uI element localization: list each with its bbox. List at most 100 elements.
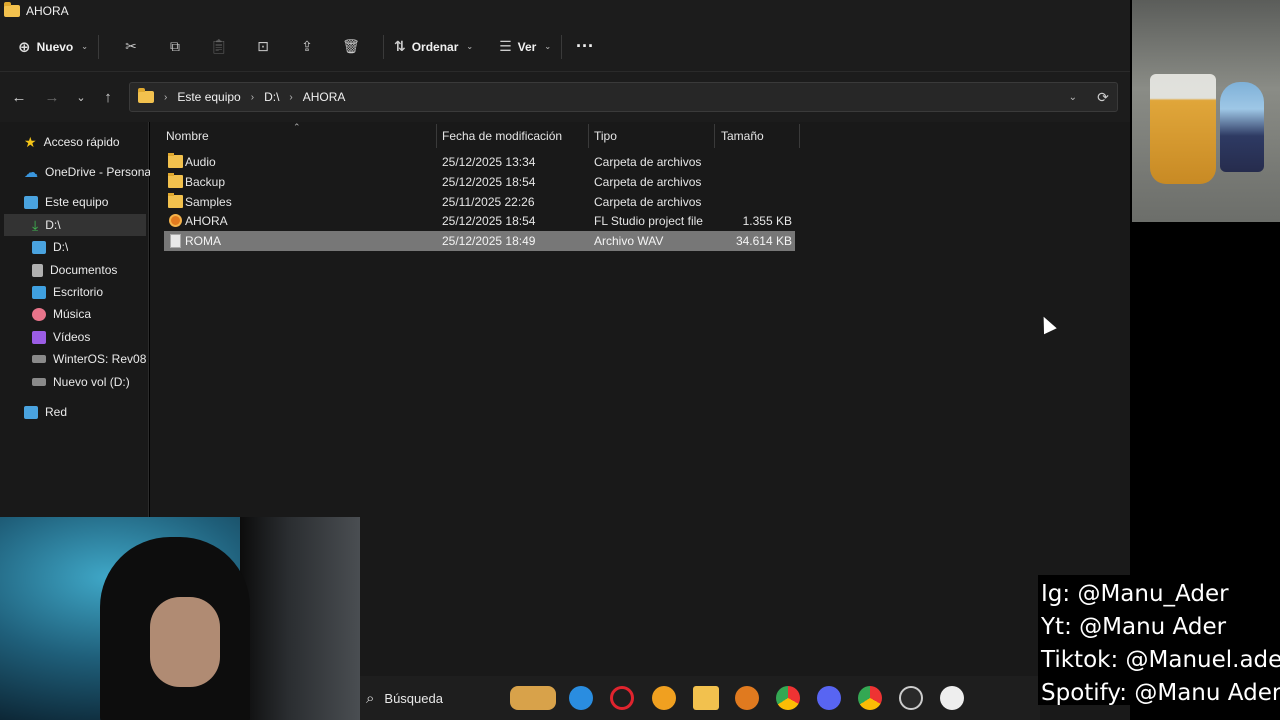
brave-icon[interactable] <box>652 686 676 710</box>
view-list-icon: ☰ <box>499 38 512 54</box>
file-name: Backup <box>185 175 226 189</box>
file-type: Carpeta de archivos <box>594 175 702 189</box>
address-bar[interactable]: › Este equipo › D:\ › AHORA ⌄ <box>129 82 1118 112</box>
rename-icon[interactable]: ⊡ <box>241 31 285 63</box>
address-history-chevron-icon[interactable]: ⌄ <box>1069 92 1077 103</box>
forward-arrow-icon[interactable]: → <box>41 86 63 108</box>
webcam-overlay-streamer <box>0 517 360 720</box>
file-modified: 25/12/2025 13:34 <box>442 155 536 169</box>
breadcrumb-drive[interactable]: D:\ <box>264 90 279 104</box>
chrome-profile-icon[interactable] <box>858 686 882 710</box>
breadcrumb-root[interactable]: Este equipo <box>177 90 240 104</box>
sidebar-item-quick-access[interactable]: ★ Acceso rápido <box>24 131 120 153</box>
sort-icon: ⇅ <box>393 38 406 54</box>
chevron-down-icon: ⌄ <box>544 42 552 51</box>
sort-button[interactable]: ⇅ Ordenar ⌄ <box>394 31 473 63</box>
file-size: 34.614 KB <box>735 234 792 248</box>
taskbar-search[interactable]: ⌕ Búsqueda <box>360 684 500 712</box>
sidebar-item-drive-c[interactable]: WinterOS: Rev08 (C <box>32 348 162 370</box>
view-button[interactable]: ☰ Ver ⌄ <box>499 31 551 63</box>
refresh-icon[interactable]: ⟳ <box>1093 86 1113 108</box>
search-icon: ⌕ <box>366 689 375 707</box>
column-header-label: Tipo <box>594 129 617 143</box>
share-icon[interactable]: ⇪ <box>285 31 329 63</box>
column-header-label: Fecha de modificación <box>442 129 563 143</box>
sidebar-item-label: Vídeos <box>53 330 91 344</box>
cut-icon[interactable]: ✂ <box>109 31 153 63</box>
drive-icon <box>32 355 46 363</box>
breadcrumb-chevron-icon[interactable]: › <box>164 92 167 103</box>
sidebar-item-music[interactable]: Música <box>32 303 91 325</box>
music-icon <box>32 307 46 321</box>
column-divider[interactable] <box>588 124 589 148</box>
new-button-label: Nuevo <box>36 39 74 54</box>
address-row: ← → ⌄ ↑ › Este equipo › D:\ › AHORA ⌄ ⟳ <box>0 72 1130 122</box>
sidebar-item-onedrive[interactable]: ☁ OneDrive - Personal <box>24 161 154 183</box>
sidebar-item-documents[interactable]: Documentos <box>32 259 117 281</box>
background-wall <box>240 517 360 720</box>
folder-icon <box>168 173 183 188</box>
taskbar-search-label: Búsqueda <box>384 690 443 706</box>
opera-icon[interactable] <box>610 686 634 710</box>
folder-icon <box>168 153 183 168</box>
file-modified: 25/12/2025 18:54 <box>442 214 536 228</box>
column-header-label: Tamaño <box>721 129 764 143</box>
sidebar-item-videos[interactable]: Vídeos <box>32 326 90 348</box>
breadcrumb-chevron-icon[interactable]: › <box>251 92 254 103</box>
sidebar-item-label: WinterOS: Rev08 (C <box>53 352 163 366</box>
file-row-samples[interactable]: Samples 25/11/2025 22:26 Carpeta de arch… <box>164 192 795 212</box>
sidebar-item-desktop[interactable]: Escritorio <box>32 281 103 303</box>
discord-icon[interactable] <box>817 686 841 710</box>
column-header-type[interactable]: Tipo <box>594 122 714 150</box>
sidebar-item-network[interactable]: Red <box>24 401 67 423</box>
file-modified: 25/12/2025 18:49 <box>442 234 536 248</box>
back-arrow-icon[interactable]: ← <box>8 86 30 108</box>
sidebar-item-pictures[interactable]: D:\ <box>32 236 68 258</box>
title-bar: AHORA <box>0 0 1130 22</box>
folder-icon <box>4 2 20 17</box>
fl-studio-taskbar-icon[interactable] <box>735 686 759 710</box>
file-row-ahora[interactable]: AHORA 25/12/2025 18:54 FL Studio project… <box>164 211 795 231</box>
sidebar-item-this-pc[interactable]: Este equipo <box>24 191 108 213</box>
column-header-modified[interactable]: Fecha de modificación <box>442 122 587 150</box>
sort-button-label: Ordenar <box>411 39 459 54</box>
column-header-name[interactable]: Nombre <box>166 122 436 150</box>
spotify-handle: Spotify: @Manu Ader <box>1041 680 1280 706</box>
sidebar-item-drive-d[interactable]: Nuevo vol (D:) <box>32 371 130 393</box>
file-explorer-icon[interactable] <box>693 686 719 710</box>
sidebar-item-downloads[interactable]: ⤓ D:\ <box>4 214 146 236</box>
folder-icon <box>168 193 183 208</box>
file-type: Carpeta de archivos <box>594 155 702 169</box>
recent-chevron-icon[interactable]: ⌄ <box>70 86 92 108</box>
file-row-roma[interactable]: ROMA 25/12/2025 18:49 Archivo WAV 34.614… <box>164 231 795 251</box>
sidebar-item-label: Acceso rápido <box>43 135 120 149</box>
delete-icon[interactable]: 🗑︎ <box>329 31 373 63</box>
breadcrumb-chevron-icon[interactable]: › <box>289 92 292 103</box>
column-header-size[interactable]: Tamaño <box>721 122 799 150</box>
column-divider[interactable] <box>714 124 715 148</box>
chevron-down-icon: ⌄ <box>81 42 88 51</box>
network-icon <box>24 405 38 419</box>
file-row-audio[interactable]: Audio 25/12/2025 13:34 Carpeta de archiv… <box>164 152 795 172</box>
column-divider[interactable] <box>799 124 800 148</box>
edge-icon[interactable] <box>569 686 593 710</box>
file-name: AHORA <box>185 214 228 228</box>
widgets-icon[interactable] <box>510 686 556 710</box>
fl-studio-icon <box>169 214 182 227</box>
obs-icon[interactable] <box>899 686 923 710</box>
breadcrumb-folder[interactable]: AHORA <box>303 90 346 104</box>
audio-file-icon <box>170 234 181 248</box>
download-icon: ⤓ <box>32 216 39 233</box>
more-options-button[interactable]: ··· <box>572 31 594 63</box>
copy-icon[interactable]: ⧉ <box>153 31 197 63</box>
paste-icon[interactable]: 📋︎ <box>197 31 241 63</box>
column-divider[interactable] <box>436 124 437 148</box>
file-row-backup[interactable]: Backup 25/12/2025 18:54 Carpeta de archi… <box>164 172 795 192</box>
new-button[interactable]: ⊕ Nuevo ⌄ <box>18 31 88 63</box>
beer-cup-image <box>1150 74 1216 184</box>
media-player-icon[interactable] <box>940 686 964 710</box>
chrome-icon[interactable] <box>776 686 800 710</box>
video-icon <box>32 330 46 344</box>
document-icon <box>32 263 43 277</box>
up-arrow-icon[interactable]: ↑ <box>97 86 119 108</box>
